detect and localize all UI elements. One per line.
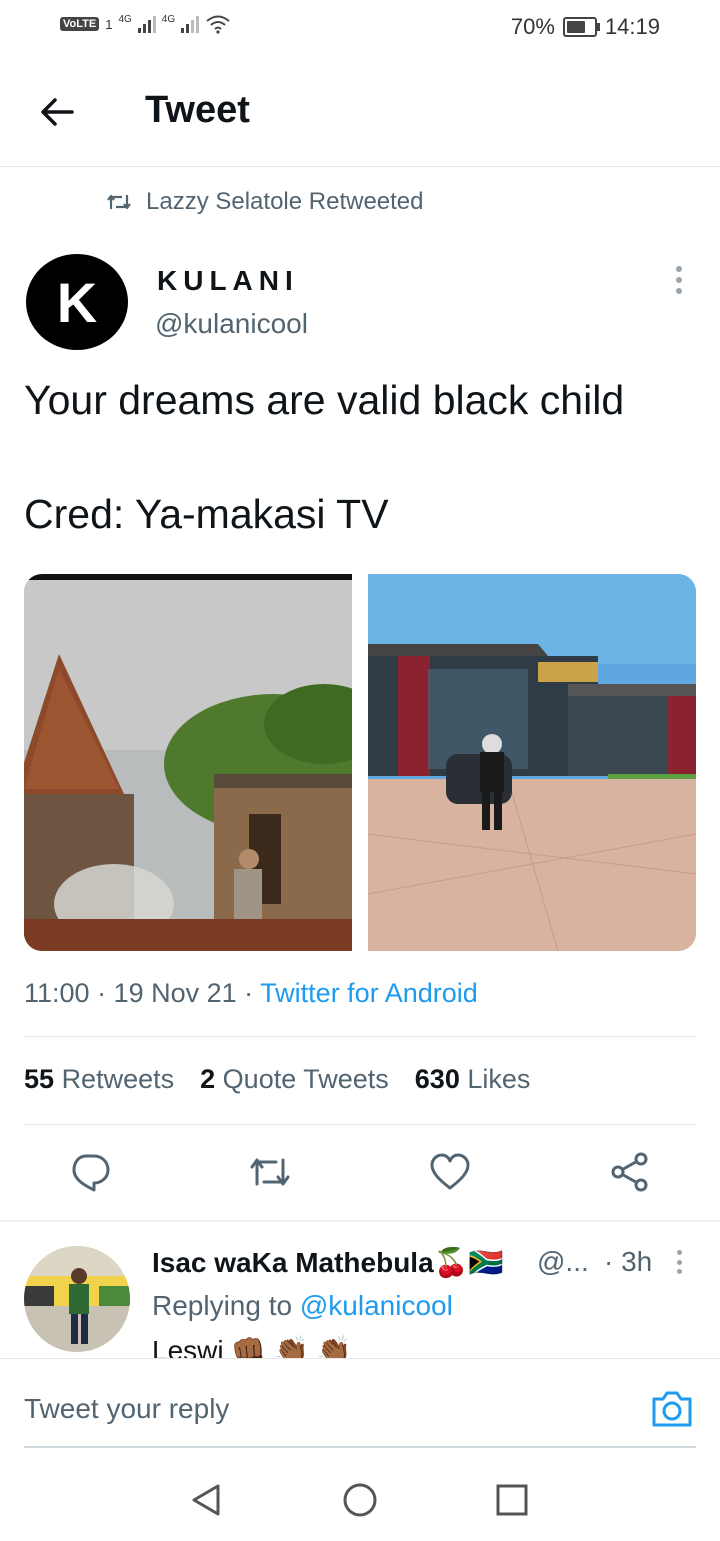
battery-icon: [562, 17, 600, 37]
wifi-icon: [206, 15, 230, 34]
reply-author-name[interactable]: Isac waKa Mathebula🍒🇿🇦: [152, 1246, 503, 1279]
retweets-count: 55: [24, 1064, 55, 1094]
reply-author-handle[interactable]: @...: [537, 1246, 589, 1278]
nav-recents-icon[interactable]: [492, 1480, 532, 1520]
app-header: Tweet: [0, 56, 720, 167]
tweet-source[interactable]: Twitter for Android: [260, 978, 478, 1008]
status-right: 70% 14:19: [511, 14, 660, 40]
retweets-label: Retweets: [61, 1064, 175, 1094]
like-icon[interactable]: [428, 1150, 472, 1194]
status-left: VoLTE 1 4G 4G: [60, 14, 231, 34]
network-type-2: 4G: [161, 14, 176, 25]
tweet-image-hut[interactable]: [24, 574, 352, 951]
signal-icon-2: [181, 15, 200, 33]
clock: 14:19: [604, 14, 660, 39]
tweet-time: 11:00: [24, 978, 90, 1008]
reply-composer: Tweet your reply: [0, 1358, 720, 1451]
retweet-action-icon[interactable]: [248, 1150, 292, 1194]
retweet-context[interactable]: Lazzy Selatole Retweeted: [106, 188, 424, 216]
reply-icon[interactable]: [68, 1150, 112, 1194]
replying-to-handle[interactable]: @kulanicool: [300, 1290, 453, 1321]
camera-icon[interactable]: [650, 1389, 694, 1429]
likes-label: Likes: [467, 1064, 531, 1094]
author-avatar[interactable]: K: [26, 254, 128, 350]
tweet-meta: 11:00 · 19 Nov 21 · Twitter for Android: [24, 978, 478, 1008]
divider: [24, 1036, 696, 1037]
retweets-stat[interactable]: 55 Retweets: [24, 1064, 174, 1095]
author-name[interactable]: KULANI: [157, 265, 299, 297]
reply-input[interactable]: Tweet your reply: [24, 1393, 229, 1425]
back-arrow-icon[interactable]: [38, 92, 78, 132]
replying-to: Replying to @kulanicool: [152, 1290, 453, 1322]
network-type-1: 4G: [118, 14, 132, 25]
reply-time: · 3h: [604, 1246, 653, 1277]
quotes-count: 2: [200, 1064, 216, 1094]
reply-text: Leswi 👊🏾 👏🏾 👏🏾: [152, 1335, 352, 1358]
reply-more-icon[interactable]: [677, 1250, 683, 1274]
reply-avatar[interactable]: [24, 1246, 130, 1352]
signal-icon: [137, 15, 156, 33]
tweet-date: 19 Nov 21: [113, 978, 237, 1008]
retweet-context-text: Lazzy Selatole Retweeted: [146, 188, 424, 215]
quotes-stat[interactable]: 2 Quote Tweets: [200, 1064, 389, 1095]
divider: [0, 1220, 720, 1222]
system-nav-bar: [0, 1448, 720, 1541]
replying-prefix: Replying to: [152, 1290, 293, 1321]
author-handle[interactable]: @kulanicool: [155, 308, 308, 340]
tweet-text: Your dreams are valid black child Cred: …: [24, 377, 625, 537]
tweet-image-mansion[interactable]: [368, 574, 696, 951]
likes-stat[interactable]: 630 Likes: [415, 1064, 531, 1095]
tweet-stats: 55 Retweets 2 Quote Tweets 630 Likes: [24, 1064, 530, 1095]
likes-count: 630: [414, 1064, 460, 1094]
nav-back-icon[interactable]: [186, 1480, 226, 1520]
tweet-actions: [0, 1150, 720, 1200]
nav-home-icon[interactable]: [340, 1480, 380, 1520]
page-title: Tweet: [145, 89, 250, 131]
volte-badge: VoLTE: [60, 17, 100, 31]
battery-percent: 70%: [510, 14, 555, 39]
divider: [24, 1124, 696, 1125]
status-bar: VoLTE 1 4G 4G 70% 14:19: [0, 0, 720, 56]
quotes-label: Quote Tweets: [222, 1064, 389, 1094]
sim-number: 1: [105, 16, 113, 32]
share-icon[interactable]: [608, 1150, 652, 1194]
more-icon[interactable]: [676, 266, 684, 294]
retweet-icon: [107, 194, 131, 210]
